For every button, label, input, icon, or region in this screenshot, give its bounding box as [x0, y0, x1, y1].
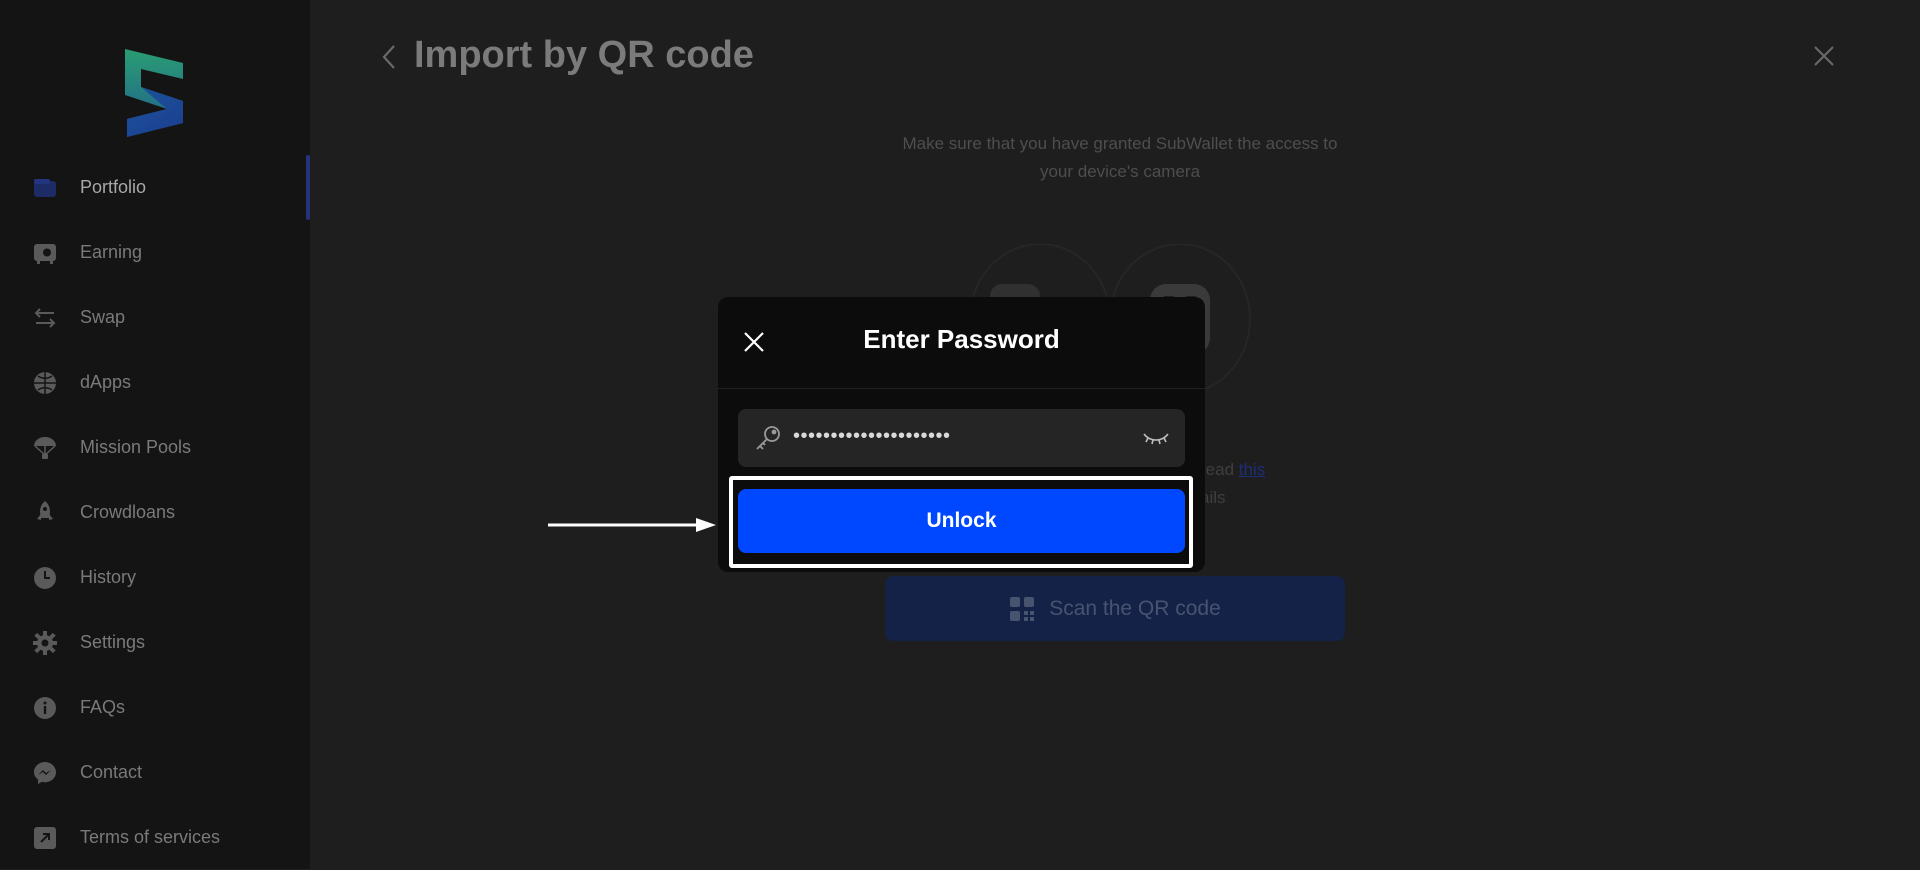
password-field[interactable]: •••••••••••••••••••••: [738, 409, 1185, 467]
eye-closed-icon[interactable]: [1142, 428, 1170, 448]
annotation-highlight-box: [729, 476, 1193, 568]
modal-header: Enter Password: [718, 297, 1205, 389]
annotation-arrow: [548, 518, 716, 532]
password-value: •••••••••••••••••••••: [793, 425, 951, 447]
key-icon: [754, 424, 782, 452]
modal-title: Enter Password: [863, 324, 1060, 354]
app-root: Portfolio Earning Swap dApps Mission Poo…: [0, 0, 1920, 869]
